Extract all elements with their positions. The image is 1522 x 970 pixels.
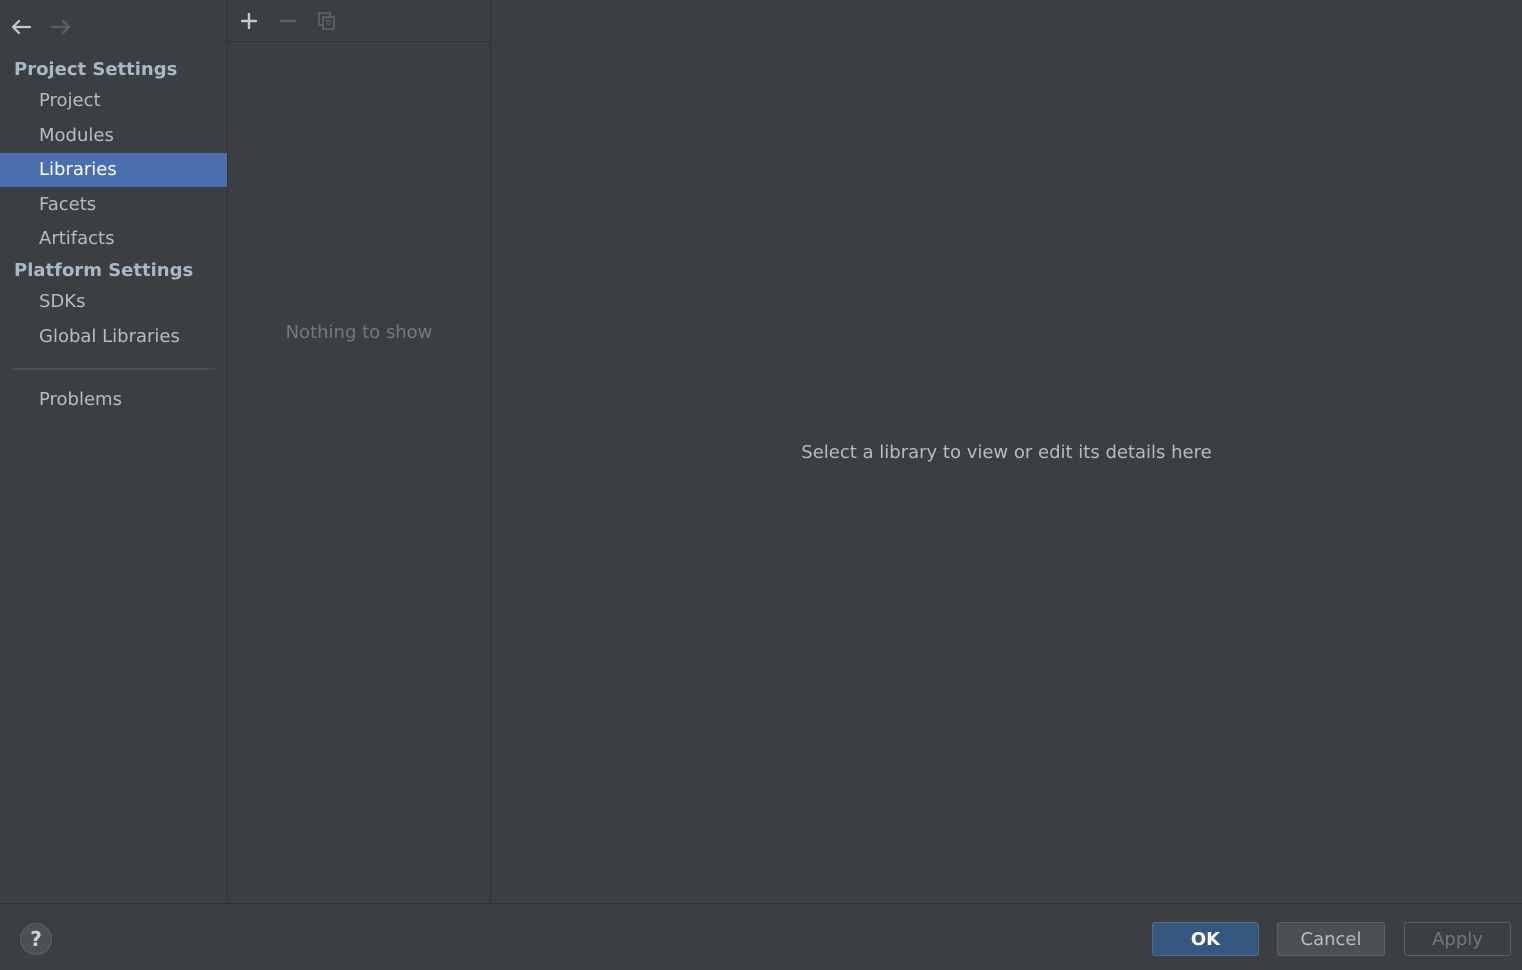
add-icon[interactable] (236, 8, 262, 34)
details-hint: Select a library to view or edit its det… (801, 442, 1212, 463)
sidebar-item-label: Problems (39, 389, 122, 410)
sidebar-item-sdks[interactable]: SDKs (0, 285, 227, 319)
sidebar-item-label: Libraries (39, 159, 117, 180)
sidebar-item-problems[interactable]: Problems (0, 383, 227, 417)
sidebar-item-facets[interactable]: Facets (0, 188, 227, 222)
sidebar-item-label: Facets (39, 194, 97, 215)
cancel-button[interactable]: Cancel (1277, 922, 1385, 956)
remove-icon[interactable] (275, 8, 301, 34)
help-button[interactable]: ? (20, 923, 52, 955)
copy-icon[interactable] (314, 8, 340, 34)
platform-settings-header: Platform Settings (14, 260, 194, 281)
back-icon[interactable] (8, 14, 34, 40)
list-toolbar (228, 0, 490, 42)
empty-list-message: Nothing to show (285, 322, 433, 343)
apply-button[interactable]: Apply (1404, 922, 1511, 956)
sidebar-item-project[interactable]: Project (0, 84, 227, 118)
libraries-list-panel: Nothing to show (228, 0, 491, 903)
sidebar-item-label: Project (39, 90, 101, 111)
sidebar-item-label: Modules (39, 125, 114, 146)
project-settings-header: Project Settings (14, 59, 178, 80)
library-details-panel: Select a library to view or edit its det… (491, 0, 1522, 903)
sidebar-item-label: SDKs (39, 291, 86, 312)
sidebar-item-artifacts[interactable]: Artifacts (0, 222, 227, 256)
sidebar-item-global-libraries[interactable]: Global Libraries (0, 320, 227, 354)
sidebar-item-modules[interactable]: Modules (0, 119, 227, 153)
dialog-button-bar: ? OK Cancel Apply (0, 903, 1522, 970)
sidebar-item-label: Global Libraries (39, 326, 180, 347)
sidebar-item-label: Artifacts (39, 228, 115, 249)
project-structure-dialog: Project Settings Project Modules Librari… (0, 0, 1522, 970)
settings-sidebar: Project Settings Project Modules Librari… (0, 0, 228, 903)
ok-button[interactable]: OK (1152, 922, 1259, 956)
forward-icon[interactable] (48, 14, 74, 40)
sidebar-item-libraries[interactable]: Libraries (0, 153, 227, 187)
sidebar-divider (12, 368, 215, 370)
